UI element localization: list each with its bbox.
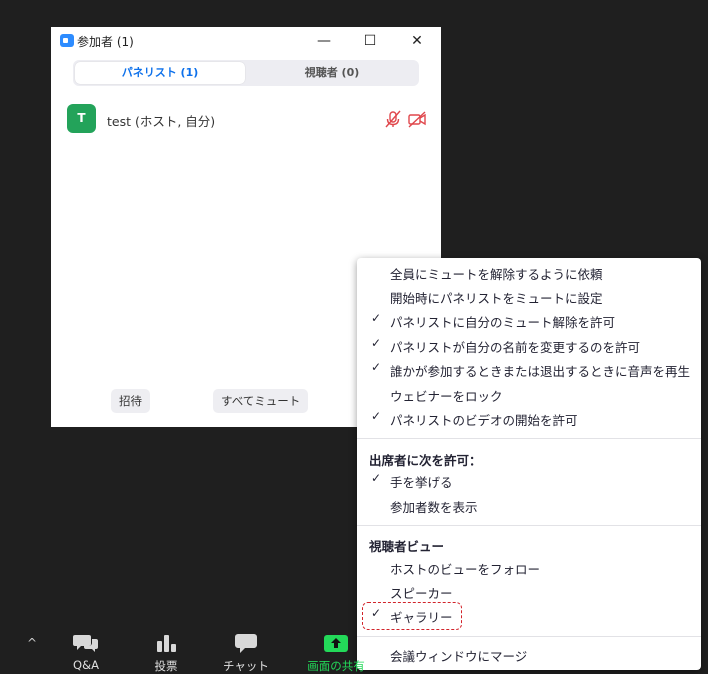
- window-title: 参加者 (1): [77, 35, 134, 49]
- menu-divider: [357, 636, 701, 637]
- menu-item-merge-to-meeting-window[interactable]: 会議ウィンドウにマージ: [357, 643, 701, 667]
- participant-row[interactable]: T test (ホスト, 自分): [67, 104, 427, 134]
- checkmark-icon: ✓: [371, 360, 382, 374]
- checkmark-icon: ✓: [371, 336, 382, 350]
- toolbar-label: Q&A: [73, 658, 99, 672]
- checkmark-icon: ✓: [371, 311, 382, 325]
- invite-button[interactable]: 招待: [111, 389, 150, 413]
- bar-chart-icon: [157, 635, 176, 652]
- minimize-button[interactable]: —: [313, 31, 335, 51]
- menu-item-allow-start-video[interactable]: ✓ パネリストのビデオの開始を許可: [357, 407, 701, 431]
- mute-all-button[interactable]: すべてミュート: [213, 389, 309, 413]
- menu-item-mute-on-entry[interactable]: 開始時にパネリストをミュートに設定: [357, 285, 701, 309]
- toolbar-label: 画面の共有: [307, 659, 365, 673]
- menu-item-allow-self-unmute[interactable]: ✓ パネリストに自分のミュート解除を許可: [357, 309, 701, 333]
- chat-bubble-icon: [235, 634, 257, 653]
- checkmark-icon: ✓: [371, 471, 382, 485]
- attendee-permissions-header: 出席者に次を許可：: [369, 453, 482, 468]
- menu-item-speaker-view[interactable]: スピーカー: [357, 580, 701, 604]
- tab-attendees[interactable]: 視聴者 (0): [247, 62, 417, 84]
- checkmark-icon: ✓: [371, 409, 382, 423]
- more-options-menu: 全員にミュートを解除するように依頼 開始時にパネリストをミュートに設定 ✓ パネ…: [357, 258, 701, 670]
- menu-item-play-sound[interactable]: ✓ 誰かが参加するときまたは退出するときに音声を再生: [357, 358, 701, 382]
- menu-item-raise-hand[interactable]: ✓ 手を挙げる: [357, 469, 701, 493]
- avatar: T: [67, 104, 96, 133]
- tab-panelists[interactable]: パネリスト (1): [75, 62, 245, 84]
- attendee-view-header: 視聴者ビュー: [369, 539, 445, 554]
- menu-divider: [357, 438, 701, 439]
- qa-icon: [73, 635, 98, 652]
- video-off-icon[interactable]: [407, 109, 427, 129]
- zoom-app-icon: [60, 34, 74, 47]
- menu-item-show-participant-count[interactable]: 参加者数を表示: [357, 494, 701, 518]
- participant-name: test (ホスト, 自分): [107, 114, 216, 129]
- maximize-button[interactable]: ☐: [359, 31, 381, 51]
- menu-divider: [357, 525, 701, 526]
- menu-item-ask-unmute[interactable]: 全員にミュートを解除するように依頼: [357, 261, 701, 285]
- toolbar-chat-button[interactable]: チャット: [222, 628, 270, 674]
- muted-microphone-icon[interactable]: [383, 109, 403, 129]
- share-screen-icon: [324, 635, 348, 652]
- gallery-highlight-box: [362, 602, 462, 630]
- close-button[interactable]: ✕: [406, 31, 428, 51]
- menu-item-lock-webinar[interactable]: ウェビナーをロック: [357, 383, 701, 407]
- toolbar-qa-button[interactable]: Q&A: [62, 628, 110, 674]
- participant-tabs: パネリスト (1) 視聴者 (0): [73, 60, 419, 86]
- toolbar-share-screen-button[interactable]: 画面の共有: [300, 628, 372, 674]
- title-bar: 参加者 (1) — ☐ ✕: [51, 27, 441, 55]
- menu-item-follow-host-view[interactable]: ホストのビューをフォロー: [357, 556, 701, 580]
- toolbar-polls-button[interactable]: 投票: [142, 628, 190, 674]
- chevron-up-icon[interactable]: ^: [27, 636, 37, 650]
- toolbar-label: チャット: [223, 659, 269, 673]
- toolbar-label: 投票: [154, 659, 178, 673]
- menu-item-allow-rename[interactable]: ✓ パネリストが自分の名前を変更するのを許可: [357, 334, 701, 358]
